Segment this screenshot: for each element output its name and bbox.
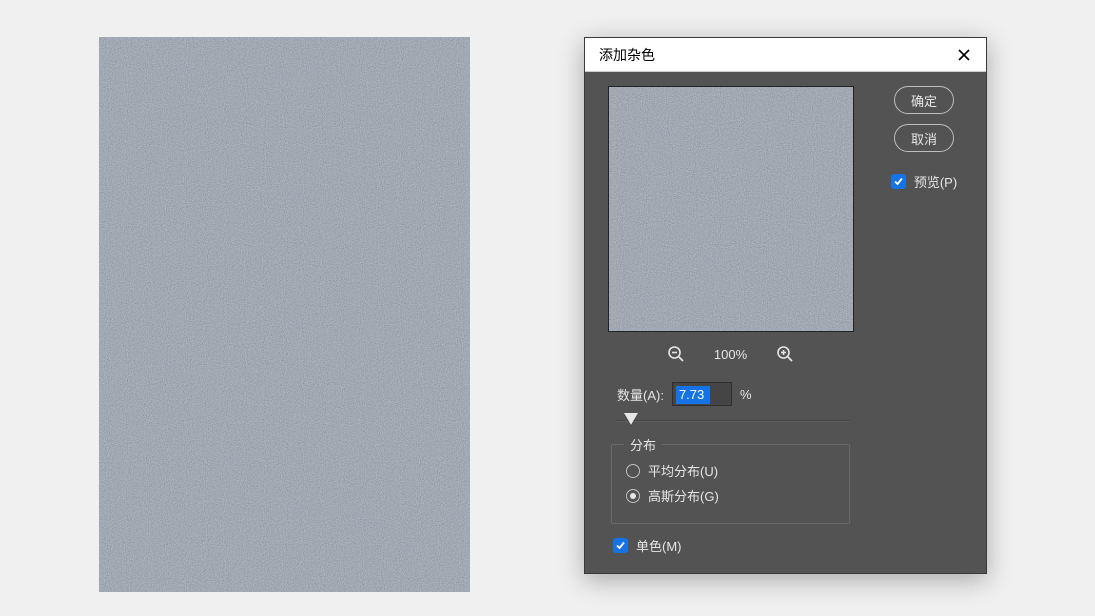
preview-checkbox-row[interactable]: 预览(P) [891,172,957,191]
dialog-titlebar[interactable]: 添加杂色 [585,38,986,72]
ok-button[interactable]: 确定 [894,86,954,114]
monochromatic-label: 单色(M) [636,536,682,555]
distribution-legend: 分布 [624,435,662,454]
radio-gaussian[interactable]: 高斯分布(G) [626,486,835,505]
zoom-out-icon[interactable] [666,344,686,364]
radio-icon [626,489,640,503]
amount-input[interactable] [672,382,732,406]
monochromatic-checkbox-row[interactable]: 单色(M) [613,536,862,555]
add-noise-dialog: 添加杂色 100% [584,37,987,574]
cancel-button[interactable]: 取消 [894,124,954,152]
amount-unit: % [740,387,752,402]
zoom-level: 100% [714,347,747,362]
distribution-fieldset: 分布 平均分布(U) 高斯分布(G) [611,444,850,524]
preview-thumbnail[interactable] [608,86,854,332]
slider-track [617,420,850,422]
radio-icon [626,464,640,478]
radio-uniform[interactable]: 平均分布(U) [626,461,835,480]
checkbox-icon [613,538,628,553]
close-icon[interactable] [954,45,974,65]
document-canvas [99,37,470,592]
radio-label-gaussian: 高斯分布(G) [648,486,719,505]
radio-label-uniform: 平均分布(U) [648,461,718,480]
slider-thumb[interactable] [624,413,638,425]
preview-label: 预览(P) [914,172,957,191]
dialog-title: 添加杂色 [599,45,655,65]
checkbox-icon [891,174,906,189]
zoom-in-icon[interactable] [775,344,795,364]
amount-label: 数量(A): [617,385,664,404]
amount-slider[interactable] [617,412,850,430]
